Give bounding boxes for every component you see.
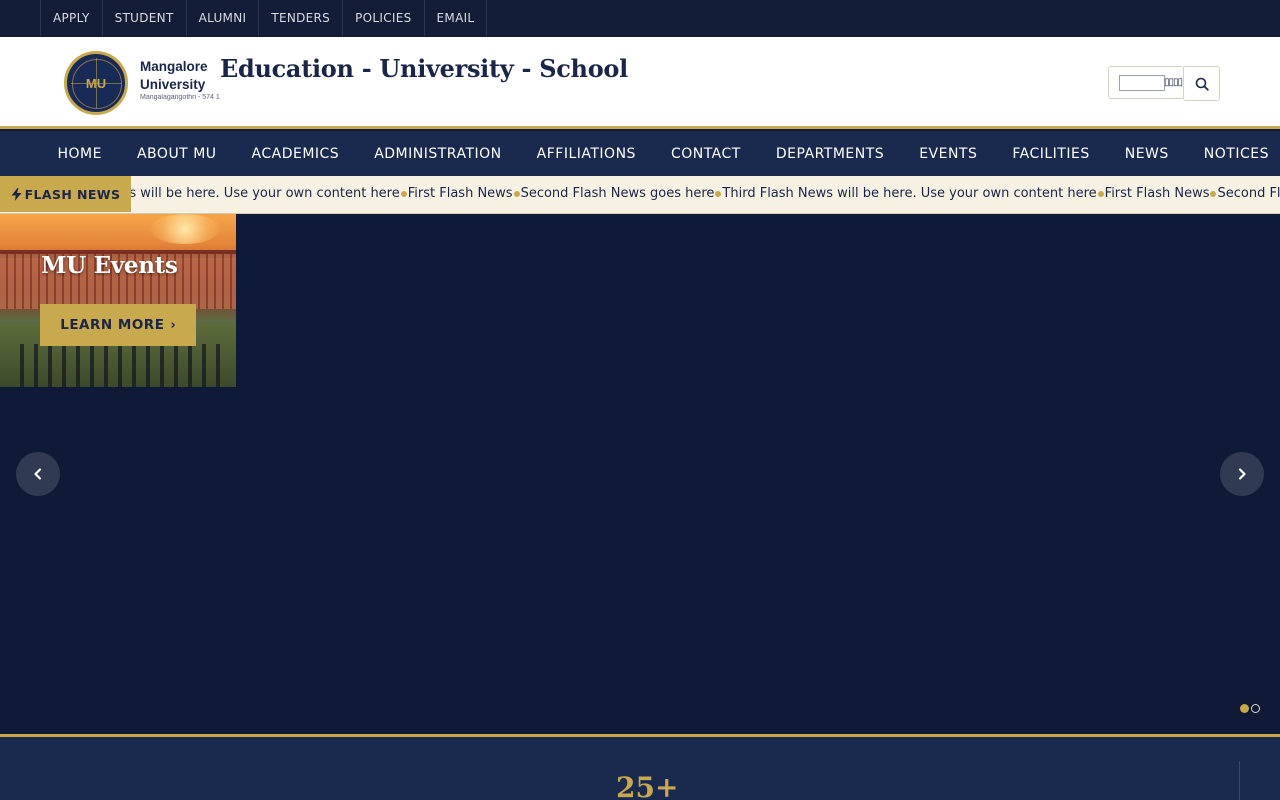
university-name[interactable]: Mangalore University (140, 58, 208, 94)
stat-divider (1239, 761, 1240, 800)
university-name-line1: Mangalore (140, 59, 208, 74)
slide-image-students (20, 344, 230, 387)
nav-item-contact[interactable]: CONTACT (653, 131, 758, 176)
ticker-item[interactable]: Second Flash News (1217, 186, 1280, 201)
nav-item-academics[interactable]: ACADEMICS (234, 131, 357, 176)
site-header: MU Mangalore University Mangalagangothri… (0, 37, 1280, 129)
nav-item-about[interactable]: ABOUT MU (119, 131, 234, 176)
nav-link-contact[interactable]: CONTACT (671, 146, 741, 162)
policies-link[interactable]: POLICIES (355, 11, 411, 25)
chevron-left-icon (34, 468, 42, 480)
nav-item-home[interactable]: HOME (40, 131, 119, 176)
ticker-track: News will be here. Use your own content … (131, 186, 1280, 201)
search-input[interactable] (1119, 75, 1165, 91)
nav-item-news[interactable]: NEWS (1107, 131, 1186, 176)
slide-title: MU Events (41, 252, 178, 279)
nav-link-administration[interactable]: ADMINISTRATION (374, 146, 501, 162)
slider-pagination (1240, 704, 1260, 713)
slider-dot-active[interactable] (1240, 704, 1249, 713)
utility-links: APPLY STUDENT ALUMNI TENDERS POLICIES EM… (40, 0, 488, 36)
search-icon (1195, 77, 1209, 91)
utility-item-apply[interactable]: APPLY (40, 0, 102, 36)
flash-news-label-text: FLASH NEWS (24, 186, 121, 202)
utility-item-alumni[interactable]: ALUMNI (185, 0, 259, 36)
tenders-link[interactable]: TENDERS (271, 11, 330, 25)
chevron-right-icon: › (170, 317, 176, 333)
ticker-separator-dot (1097, 190, 1104, 197)
search-placeholder-glyphs: ▯▯▯▯ (1164, 77, 1183, 88)
ticker-item[interactable]: Second Flash News goes here (521, 186, 715, 201)
logo-text: MU (85, 75, 107, 91)
university-address: Mangalagangothri - 574 1 (140, 94, 220, 101)
lightning-icon (11, 187, 22, 201)
university-name-line2: University (140, 77, 206, 92)
slide-campus-image: MU Events LEARN MORE › (0, 214, 236, 387)
slider-dot[interactable] (1251, 704, 1260, 713)
nav-link-news[interactable]: NEWS (1125, 146, 1169, 162)
student-link[interactable]: STUDENT (115, 11, 174, 25)
ticker-separator-dot (400, 190, 407, 197)
nav-item-affiliations[interactable]: AFFILIATIONS (519, 131, 653, 176)
nav-item-departments[interactable]: DEPARTMENTS (758, 131, 901, 176)
main-navigation: HOME ABOUT MU ACADEMICS ADMINISTRATION A… (0, 131, 1280, 176)
nav-link-affiliations[interactable]: AFFILIATIONS (537, 146, 636, 162)
nav-link-home[interactable]: HOME (58, 146, 102, 162)
site-title[interactable]: Education - University - School (220, 54, 628, 83)
nav-item-administration[interactable]: ADMINISTRATION (357, 131, 519, 176)
ticker-separator-dot (1210, 190, 1217, 197)
nav-item-events[interactable]: EVENTS (902, 131, 995, 176)
top-utility-bar: APPLY STUDENT ALUMNI TENDERS POLICIES EM… (0, 0, 1280, 37)
ticker-item[interactable]: Third Flash News will be here. Use your … (722, 186, 1096, 201)
utility-item-student[interactable]: STUDENT (101, 0, 186, 36)
nav-link-about[interactable]: ABOUT MU (137, 146, 217, 162)
flash-news-label: FLASH NEWS (0, 176, 131, 212)
stats-band: 25+ (0, 734, 1280, 800)
nav-item-facilities[interactable]: FACILITIES (995, 131, 1107, 176)
nav-link-notices[interactable]: NOTICES (1204, 146, 1269, 162)
search-box: ▯▯▯▯ (1108, 66, 1184, 99)
slider-prev-button[interactable] (16, 452, 60, 496)
slider-next-button[interactable] (1220, 452, 1264, 496)
university-logo[interactable]: MU (64, 51, 128, 115)
chevron-right-icon (1238, 468, 1246, 480)
stat-value: 25+ (616, 771, 679, 800)
ticker-separator-dot (513, 190, 520, 197)
nav-item-notices[interactable]: NOTICES (1186, 131, 1280, 176)
learn-more-button[interactable]: LEARN MORE › (40, 304, 196, 346)
flash-news-bar: FLASH NEWS News will be here. Use your o… (0, 176, 1280, 214)
flash-news-ticker: News will be here. Use your own content … (131, 176, 1280, 212)
hero-slider: MU Events LEARN MORE › (0, 214, 1280, 734)
apply-link[interactable]: APPLY (53, 11, 90, 25)
ticker-item[interactable]: First Flash News (408, 186, 513, 201)
learn-more-label: LEARN MORE (60, 317, 165, 333)
nav-link-departments[interactable]: DEPARTMENTS (776, 146, 884, 162)
email-link[interactable]: EMAIL (437, 11, 475, 25)
search-button[interactable] (1183, 66, 1220, 101)
alumni-link[interactable]: ALUMNI (199, 11, 247, 25)
slide-image-sunset (150, 214, 220, 244)
utility-item-tenders[interactable]: TENDERS (258, 0, 342, 36)
ticker-item[interactable]: News will be here. Use your own content … (131, 186, 400, 201)
main-nav-list: HOME ABOUT MU ACADEMICS ADMINISTRATION A… (40, 131, 1280, 176)
nav-link-academics[interactable]: ACADEMICS (252, 146, 340, 162)
nav-link-events[interactable]: EVENTS (919, 146, 977, 162)
utility-item-policies[interactable]: POLICIES (342, 0, 423, 36)
ticker-separator-dot (715, 190, 722, 197)
utility-item-email[interactable]: EMAIL (423, 0, 488, 36)
ticker-item[interactable]: First Flash News (1105, 186, 1210, 201)
nav-link-facilities[interactable]: FACILITIES (1012, 146, 1089, 162)
